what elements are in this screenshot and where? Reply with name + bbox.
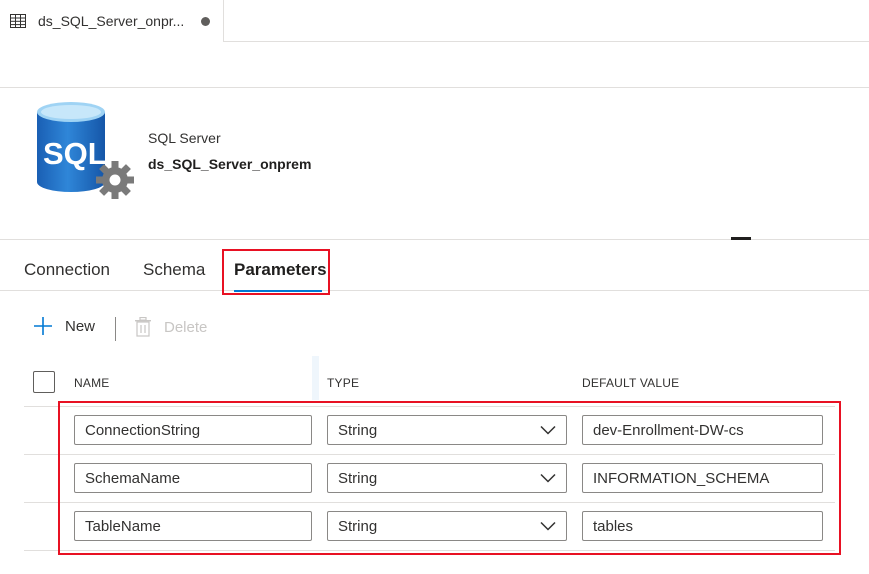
- trash-icon: [135, 317, 151, 337]
- parameter-type-select[interactable]: String: [327, 463, 567, 493]
- delete-parameter-button[interactable]: Delete: [134, 314, 207, 340]
- parameter-type-select[interactable]: String: [327, 415, 567, 445]
- parameters-tab-highlight: [222, 249, 330, 295]
- toolbar-divider: [0, 87, 869, 88]
- toolbar-separator: [115, 317, 116, 341]
- parameter-type-value: String: [338, 469, 378, 487]
- parameter-type-value: String: [338, 517, 378, 535]
- sql-server-database-icon: SQL: [37, 102, 134, 199]
- parameter-name-input[interactable]: SchemaName: [74, 463, 312, 493]
- chevron-down-icon: [540, 425, 556, 435]
- svg-text:SQL: SQL: [43, 136, 107, 171]
- column-resize-handle[interactable]: [312, 356, 319, 400]
- column-header-default-value[interactable]: DEFAULT VALUE: [582, 376, 679, 390]
- row-divider: [24, 550, 835, 551]
- unsaved-changes-dot: [201, 17, 210, 26]
- tabs-divider: [0, 290, 869, 291]
- new-button-label: New: [65, 317, 96, 335]
- parameter-type-value: String: [338, 421, 378, 439]
- gear-icon: [96, 161, 134, 199]
- parameter-type-select[interactable]: String: [327, 511, 567, 541]
- column-header-type[interactable]: TYPE: [327, 376, 359, 390]
- parameter-name-input[interactable]: ConnectionString: [74, 415, 312, 445]
- select-all-checkbox[interactable]: [33, 371, 55, 393]
- panel-resize-handle[interactable]: [731, 237, 751, 240]
- document-tab-title: ds_SQL_Server_onpr...: [38, 13, 185, 29]
- column-header-name[interactable]: NAME: [74, 376, 109, 390]
- parameter-default-value-input[interactable]: dev-Enrollment-DW-cs: [582, 415, 823, 445]
- row-divider: [24, 454, 835, 455]
- row-divider: [24, 406, 835, 407]
- parameter-default-value-input[interactable]: INFORMATION_SCHEMA: [582, 463, 823, 493]
- new-parameter-button[interactable]: New: [33, 313, 95, 339]
- dataset-name: ds_SQL_Server_onprem: [148, 156, 312, 172]
- delete-button-label: Delete: [164, 318, 208, 336]
- plus-icon: [34, 317, 52, 335]
- table-icon: [10, 14, 26, 28]
- document-tab[interactable]: ds_SQL_Server_onpr...: [0, 0, 224, 42]
- tab-schema[interactable]: Schema: [143, 260, 205, 280]
- parameter-name-input[interactable]: TableName: [74, 511, 312, 541]
- chevron-down-icon: [540, 473, 556, 483]
- row-divider: [24, 502, 835, 503]
- parameter-default-value-input[interactable]: tables: [582, 511, 823, 541]
- chevron-down-icon: [540, 521, 556, 531]
- dataset-type-label: SQL Server: [148, 130, 221, 146]
- tab-connection[interactable]: Connection: [24, 260, 110, 280]
- document-tab-strip: ds_SQL_Server_onpr...: [0, 0, 869, 42]
